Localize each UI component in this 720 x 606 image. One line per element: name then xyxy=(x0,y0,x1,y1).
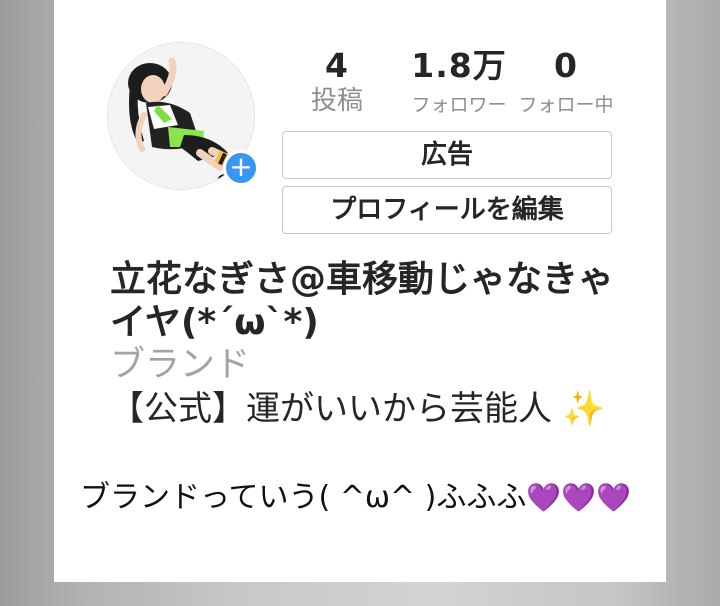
profile-category: ブランド xyxy=(110,345,251,385)
profile-name: 立花なぎさ@車移動じゃなきゃイヤ(*´ω`*) xyxy=(110,259,615,343)
profile-bio: 【公式】運がいいから芸能人 ✨ xyxy=(110,389,630,429)
sparkle-icon: ✨ xyxy=(562,389,606,429)
following-count: 0 xyxy=(554,46,578,85)
stat-following[interactable]: 0 フォロー中 xyxy=(516,46,616,120)
add-story-button[interactable]: + xyxy=(223,150,259,186)
stat-posts[interactable]: 4 投稿 xyxy=(302,46,372,116)
stat-followers[interactable]: 1.8万 フォロワー xyxy=(392,46,526,120)
avatar-container[interactable]: + xyxy=(107,42,259,190)
caption-text: ブランドっていう( ^ω^ )ふふふ xyxy=(80,480,527,515)
followers-count: 1.8万 xyxy=(411,46,507,85)
purple-heart-icon: 💜💜💜 xyxy=(526,481,631,514)
followers-label: フォロワー xyxy=(411,94,507,116)
edit-profile-button[interactable]: プロフィールを編集 xyxy=(282,186,612,234)
bio-text: 【公式】運がいいから芸能人 xyxy=(110,389,552,429)
posts-count: 4 xyxy=(325,46,349,85)
posts-label: 投稿 xyxy=(310,86,363,116)
plus-icon: + xyxy=(229,150,253,183)
following-label: フォロー中 xyxy=(518,94,614,116)
ad-button[interactable]: 広告 xyxy=(282,131,612,179)
caption: ブランドっていう( ^ω^ )ふふふ💜💜💜 xyxy=(80,478,640,518)
